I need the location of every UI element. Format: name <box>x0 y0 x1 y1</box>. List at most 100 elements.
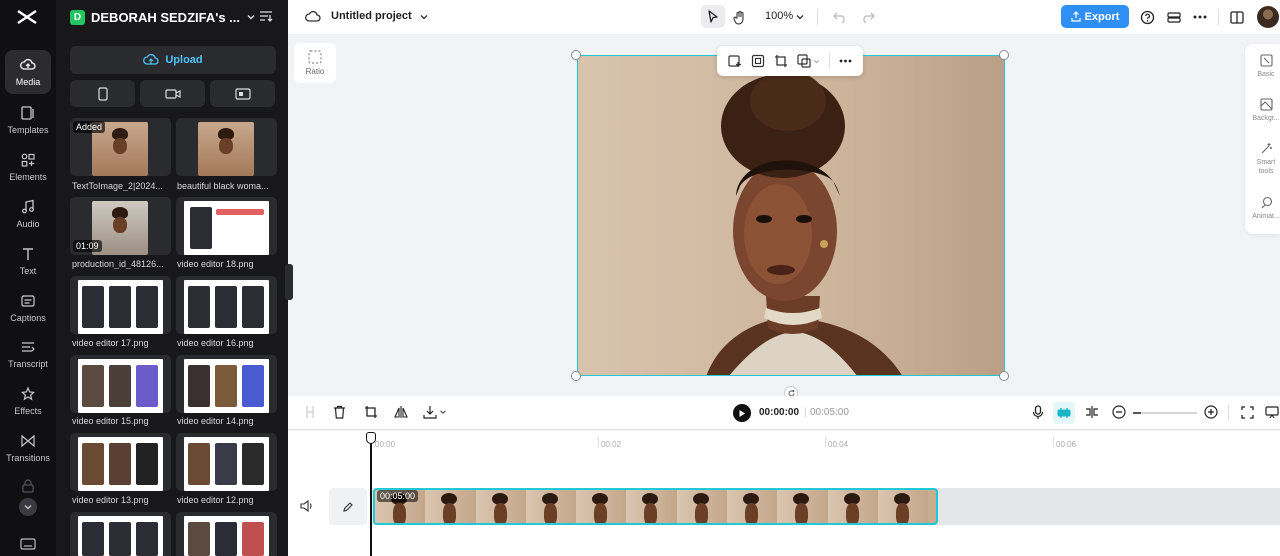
avatar[interactable] <box>1257 6 1279 28</box>
record-video-button[interactable] <box>140 80 205 107</box>
media-item[interactable] <box>176 433 277 491</box>
video-clip[interactable] <box>373 488 938 525</box>
play-button[interactable] <box>733 404 751 422</box>
microphone-icon[interactable] <box>1032 405 1044 420</box>
background-tab[interactable]: Backgr... <box>1245 98 1280 123</box>
rail-audio[interactable]: Audio <box>5 192 51 236</box>
thumbnail-image <box>78 516 163 556</box>
auto-snap-toggle[interactable] <box>1053 402 1075 424</box>
thumbnail-image <box>184 359 269 413</box>
smart-tools-tab[interactable]: Smart tools <box>1245 142 1280 176</box>
track-mute-icon[interactable] <box>300 500 313 512</box>
media-item[interactable] <box>176 197 277 255</box>
chevron-down-icon <box>24 505 32 510</box>
cloud-upload-icon <box>143 53 159 65</box>
rail-templates[interactable]: Templates <box>5 98 51 142</box>
resize-handle-bottom-left[interactable] <box>571 371 581 381</box>
keyboard-icon[interactable] <box>20 537 36 551</box>
media-item[interactable] <box>176 118 277 176</box>
capcut-logo[interactable] <box>16 7 38 27</box>
media-item[interactable] <box>176 276 277 334</box>
upload-button[interactable]: Upload <box>70 46 276 74</box>
resize-handle-bottom-right[interactable] <box>999 371 1009 381</box>
clip-frame <box>827 490 878 523</box>
media-item[interactable] <box>70 276 171 334</box>
hand-tool-button[interactable] <box>731 8 749 26</box>
cloud-save-icon[interactable] <box>304 8 322 26</box>
chevron-down-icon[interactable] <box>791 8 809 26</box>
mask-icon[interactable] <box>797 54 820 68</box>
more-options-button[interactable] <box>1191 8 1209 26</box>
media-item[interactable] <box>70 512 171 556</box>
more-icon[interactable] <box>839 59 852 63</box>
playhead-handle[interactable] <box>366 432 376 444</box>
zoom-slider[interactable] <box>1133 412 1197 414</box>
remove-bg-icon[interactable] <box>751 54 765 68</box>
media-item[interactable]: 01:09 <box>70 197 171 255</box>
media-item[interactable] <box>176 512 277 556</box>
left-rail: Media Templates Elements Audio Text Capt… <box>0 0 56 556</box>
thumbnail-image <box>184 516 269 556</box>
resize-handle-top-right[interactable] <box>999 50 1009 60</box>
rail-elements[interactable]: Elements <box>5 145 51 189</box>
download-menu-button[interactable] <box>423 405 447 419</box>
hand-icon <box>733 10 744 25</box>
rail-more-button[interactable] <box>19 498 37 516</box>
ratio-button[interactable]: Ratio <box>294 43 336 83</box>
media-item[interactable] <box>70 355 171 413</box>
clip-frame <box>525 490 577 523</box>
crop-icon[interactable] <box>774 54 788 68</box>
preview-canvas[interactable] <box>577 55 1005 376</box>
clip-frame <box>425 490 476 523</box>
media-item[interactable] <box>70 433 171 491</box>
fit-icon[interactable] <box>1241 406 1254 419</box>
media-item[interactable]: Added <box>70 118 171 176</box>
layout-icon <box>1230 10 1244 24</box>
help-button[interactable] <box>1138 8 1156 26</box>
chevron-down-icon[interactable] <box>415 8 433 26</box>
rail-text[interactable]: Text <box>5 239 51 283</box>
storage-button[interactable] <box>1165 8 1183 26</box>
flip-icon[interactable] <box>394 405 408 419</box>
zoom-level[interactable]: 100% <box>765 10 793 22</box>
rail-captions[interactable]: Captions <box>5 286 51 330</box>
split-icon[interactable] <box>304 405 316 419</box>
rail-media[interactable]: Media <box>5 50 51 94</box>
pencil-icon <box>343 501 353 512</box>
sort-icon[interactable] <box>258 9 274 23</box>
caption-toggle-icon[interactable] <box>1265 406 1279 419</box>
track-cover-button[interactable] <box>329 488 367 525</box>
rail-transitions[interactable]: Transitions <box>5 426 51 470</box>
thumbnail-image <box>78 437 163 491</box>
select-tool-button[interactable] <box>701 5 725 28</box>
project-title[interactable]: Untitled project <box>331 10 412 22</box>
resize-handle-top-left[interactable] <box>571 50 581 60</box>
replace-image-icon[interactable] <box>727 54 742 68</box>
record-screen-button[interactable] <box>210 80 275 107</box>
delete-icon[interactable] <box>333 405 346 419</box>
zoom-in-icon[interactable] <box>1204 405 1218 419</box>
playhead[interactable] <box>370 432 372 556</box>
smart-tools-label: Smart tools <box>1256 159 1276 175</box>
workspace-selector[interactable]: D DEBORAH SEDZIFA's ... <box>70 8 280 26</box>
help-icon <box>1140 10 1154 24</box>
panel-collapse-handle[interactable] <box>285 264 293 300</box>
zoom-out-icon[interactable] <box>1112 405 1126 419</box>
basic-tab[interactable]: Basic <box>1245 54 1280 79</box>
redo-button[interactable] <box>859 8 877 26</box>
rail-effects[interactable]: Effects <box>5 379 51 423</box>
split-screen-icon[interactable] <box>1085 405 1099 419</box>
media-panel: D DEBORAH SEDZIFA's ... Upload Added Tex… <box>56 0 288 556</box>
media-item[interactable] <box>176 355 277 413</box>
phone-upload-button[interactable] <box>70 80 135 107</box>
animation-tab[interactable]: Animat... <box>1245 196 1280 221</box>
export-button[interactable]: Export <box>1061 5 1129 28</box>
rail-transcript[interactable]: Transcript <box>5 332 51 376</box>
layout-toggle-button[interactable] <box>1228 8 1246 26</box>
undo-button[interactable] <box>831 8 849 26</box>
clip-frame <box>626 490 677 523</box>
media-caption: video editor 18.png <box>177 259 254 269</box>
templates-icon <box>21 106 34 120</box>
crop-icon[interactable] <box>364 405 378 419</box>
ruler-tick <box>825 437 826 447</box>
